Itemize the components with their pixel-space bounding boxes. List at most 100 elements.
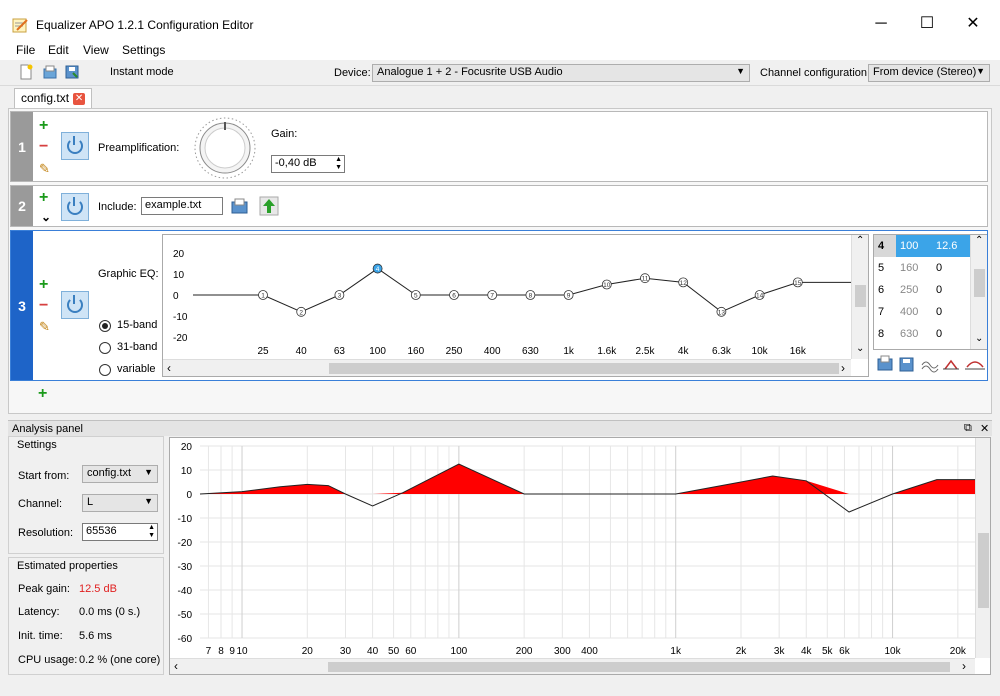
x-tick-label: 9 (229, 646, 235, 657)
tab-config[interactable]: config.txt ✕ (14, 88, 93, 108)
geq-node-label: 8 (529, 293, 533, 300)
spin-arrows-icon[interactable]: ▲ ▼ (335, 156, 342, 172)
band-31-radio[interactable] (99, 342, 111, 354)
geq-node-label: 14 (756, 293, 764, 300)
start-from-select[interactable]: config.txt ▼ (82, 465, 158, 483)
spin-arrows-icon[interactable]: ▲ ▼ (148, 524, 155, 540)
menu-settings[interactable]: Settings (122, 43, 165, 57)
geq-horizontal-scrollbar[interactable]: ‹ › (163, 359, 851, 376)
y-tick-label: -50 (178, 610, 193, 621)
app-icon (12, 17, 28, 33)
analysis-panel-header: Analysis panel ⧉ ✕ (8, 420, 992, 436)
toolbar: ✓ Instant mode Device: Analogue 1 + 2 - … (0, 60, 1000, 139)
edit-icon[interactable]: ✎ (39, 319, 50, 335)
band-variable-label: variable (117, 363, 156, 375)
edit-include-icon[interactable] (259, 196, 279, 216)
y-tick-label: -10 (173, 312, 188, 323)
init-time-value: 5.6 ms (79, 630, 113, 642)
row-frequency[interactable]: 160 (896, 257, 932, 279)
channel-select[interactable]: L ▼ (82, 494, 158, 512)
power-icon[interactable] (61, 291, 89, 319)
panel-close-icon[interactable]: ✕ (980, 422, 989, 435)
menu-edit[interactable]: Edit (48, 43, 69, 57)
scroll-down-icon[interactable]: ⌄ (856, 343, 864, 354)
row-frequency[interactable]: 400 (896, 301, 932, 323)
add-icon[interactable]: + (39, 118, 48, 134)
power-icon[interactable] (61, 132, 89, 160)
menu-file[interactable]: File (16, 43, 35, 57)
geq-vertical-scrollbar[interactable]: ⌃ ⌄ (851, 235, 868, 359)
settings-title: Settings (17, 439, 57, 451)
resolution-spinbox[interactable]: 65536 ▲ ▼ (82, 523, 158, 541)
scroll-thumb[interactable] (974, 269, 985, 297)
row-gain[interactable]: 0 (932, 257, 970, 279)
geq-graph[interactable]: 20 10 0 -10 -20 25 40 63 100 160 250 400 630 1k 1.6k 2… (162, 234, 869, 377)
gain-spinbox[interactable]: -0,40 dB ▲ ▼ (271, 155, 345, 173)
save-file-icon[interactable] (64, 64, 80, 80)
x-tick-label: 2k (736, 646, 748, 657)
analysis-horizontal-scrollbar[interactable]: ‹ › (170, 658, 975, 674)
table-row[interactable]: 8 630 0 (874, 323, 970, 345)
power-icon[interactable] (61, 193, 89, 221)
analysis-vertical-scrollbar[interactable] (975, 438, 990, 658)
row-gain[interactable]: 0 (932, 279, 970, 301)
scroll-right-icon[interactable]: › (841, 361, 845, 375)
table-row[interactable]: 5 160 0 (874, 257, 970, 279)
table-row[interactable]: 4 100 12.6 (874, 235, 970, 257)
include-file-field[interactable]: example.txt (141, 197, 223, 215)
row-gain[interactable]: 0 (932, 323, 970, 345)
analysis-chart[interactable]: 20 10 0 -10 -20 -30 -40 -50 -60 7 8 9 10 20 30 40 50 60 1… (169, 437, 991, 675)
remove-icon[interactable]: − (39, 139, 48, 155)
row-gain[interactable]: 0 (932, 301, 970, 323)
scroll-left-icon[interactable]: ‹ (167, 361, 171, 375)
add-icon[interactable]: + (39, 277, 48, 293)
add-filter-icon[interactable]: + (38, 386, 47, 402)
scroll-thumb[interactable] (328, 662, 950, 672)
menu-view[interactable]: View (83, 43, 109, 57)
gain-knob[interactable] (193, 116, 257, 180)
chevron-down-icon: ▼ (144, 496, 153, 506)
x-tick-label: 2.5k (636, 346, 656, 357)
scroll-down-icon[interactable]: ⌄ (975, 333, 983, 344)
scroll-thumb[interactable] (978, 533, 989, 608)
open-file-icon[interactable] (230, 196, 250, 216)
band-variable-radio[interactable] (99, 364, 111, 376)
tab-close-icon[interactable]: ✕ (73, 92, 86, 105)
geq-curve (193, 267, 851, 313)
y-tick-label: 0 (186, 490, 192, 501)
channel-config-select[interactable]: From device (Stereo) ▼ (868, 64, 990, 82)
chevron-down-icon: ▼ (976, 66, 985, 76)
open-file-icon[interactable] (42, 64, 58, 80)
scroll-up-icon[interactable]: ⌃ (975, 235, 983, 246)
collapse-icon[interactable]: ⌄ (41, 210, 51, 224)
float-icon[interactable]: ⧉ (964, 422, 972, 435)
row-gain[interactable]: 12.6 (932, 235, 970, 257)
scroll-left-icon[interactable]: ‹ (174, 659, 178, 673)
scroll-thumb[interactable] (329, 363, 839, 374)
table-row[interactable]: 7 400 0 (874, 301, 970, 323)
geq-curve-svg[interactable]: 20100-10-20 25 40 63 100 160 250 400 630 1k 1.6k 2… (163, 235, 868, 359)
row-frequency[interactable]: 100 (896, 235, 932, 257)
close-button[interactable]: ✕ (950, 8, 996, 40)
table-row[interactable]: 6 250 0 (874, 279, 970, 301)
band-table[interactable]: 4 100 12.6 5 160 0 6 250 0 7 400 0 8 630 (873, 234, 987, 350)
minimize-button[interactable]: ─ (858, 8, 904, 40)
analysis-y-ticks: 20 10 0 -10 -20 -30 -40 -50 -60 (178, 442, 193, 645)
new-file-icon[interactable] (18, 64, 34, 80)
scroll-right-icon[interactable]: › (962, 659, 966, 673)
band-table-scrollbar[interactable]: ⌃ ⌄ (970, 235, 987, 349)
row-frequency[interactable]: 630 (896, 323, 932, 345)
add-icon[interactable]: + (39, 190, 48, 206)
row-frequency[interactable]: 250 (896, 279, 932, 301)
edit-icon[interactable]: ✎ (39, 161, 50, 177)
device-select[interactable]: Analogue 1 + 2 - Focusrite USB Audio ▼ (372, 64, 750, 82)
scroll-thumb[interactable] (855, 285, 866, 307)
remove-icon[interactable]: − (39, 298, 48, 314)
geq-node-label: 12 (680, 280, 688, 287)
maximize-button[interactable]: ☐ (904, 8, 950, 40)
band-table-rows: 4 100 12.6 5 160 0 6 250 0 7 400 0 8 630 (874, 235, 970, 345)
y-tick-label: -40 (178, 586, 193, 597)
band-15-radio[interactable] (99, 320, 111, 332)
scroll-up-icon[interactable]: ⌃ (856, 235, 864, 246)
geq-node-label: 3 (338, 293, 342, 300)
